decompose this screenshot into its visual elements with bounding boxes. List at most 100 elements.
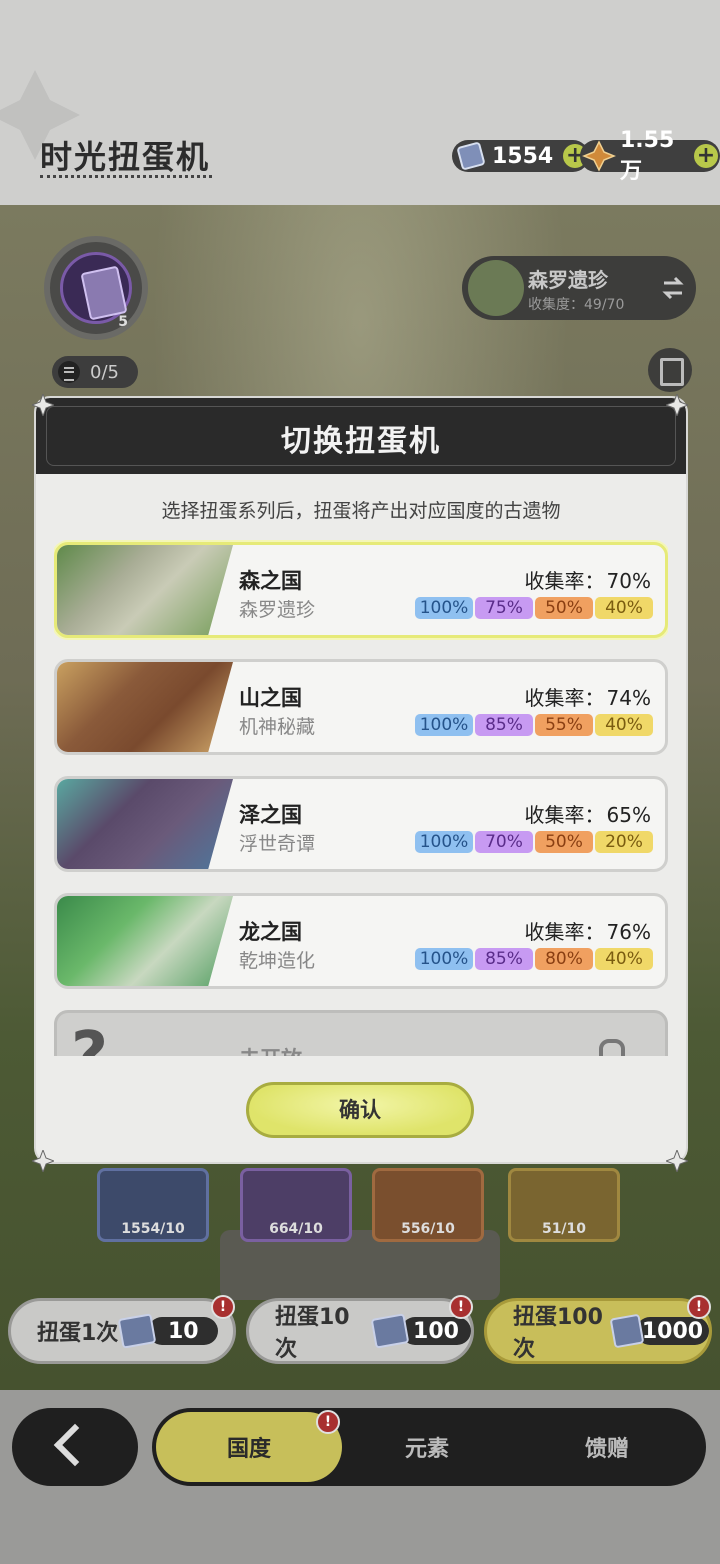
question-mark-icon: ? [71,1019,115,1056]
gem-amount: 1.55万 [620,127,675,184]
switch-machine-modal: 切换扭蛋机 选择扭蛋系列后，扭蛋将产出对应国度的古遗物 森之国 森罗遗珍 收集率… [36,398,686,1162]
corner-ornament-icon [666,1150,688,1172]
tab-alert-badge: ! [316,1410,340,1434]
title-underline [40,175,212,178]
tier-rates: 100% 70% 50% 20% [415,831,653,853]
tab-bar: 国度 元素 馈赠 [152,1408,706,1486]
tier-blue: 100% [415,714,473,736]
ticket-icon [457,142,485,170]
series-item-forest[interactable]: 森之国 森罗遗珍 收集率： 70% 100% 75% 50% 40% [54,542,668,638]
ticket-icon [117,1313,157,1349]
tier-orange: 50% [535,597,593,619]
list-icon [58,361,80,383]
tier-yellow: 20% [595,831,653,853]
ticket-icon [609,1313,645,1349]
ticket-currency[interactable]: 1554 + [452,140,590,172]
tab-country[interactable]: 国度 [156,1412,342,1482]
current-series-chip[interactable]: 森罗遗珍 收集度：49/70 [462,256,696,320]
progress-pill[interactable]: 0/5 [52,356,138,388]
gem-currency[interactable]: 1.55万 + [580,128,720,184]
tier-yellow: 40% [595,714,653,736]
tier-purple: 70% [475,831,533,853]
relic-medal[interactable]: 5 [44,236,148,340]
country-name: 龙之国 [239,920,302,944]
corner-ornament-icon [666,394,688,416]
series-name: 浮世奇谭 [239,833,316,855]
tier-orange: 55% [535,714,593,736]
collection-rate: 收集率： 65% [525,799,651,828]
modal-title: 切换扭蛋机 [281,424,441,459]
confirm-button[interactable]: 确认 [246,1082,474,1138]
tier-blue: 100% [415,948,473,970]
back-button[interactable] [12,1408,138,1486]
tier-blue: 100% [415,831,473,853]
draw-label: 扭蛋100次 [513,1305,603,1362]
prize-count: 1554/10 [121,1221,185,1237]
draw-cost: 100 [401,1317,471,1345]
corner-ornament-icon [32,394,54,416]
rate-label: 收集率： [524,803,605,827]
draw-cost: 10 [148,1317,219,1345]
series-name: 乾坤造化 [239,950,316,972]
rate-value: 74% [606,686,651,710]
medal-count: 5 [118,314,128,330]
rate-value: 76% [606,920,651,944]
prize-slot-blue: 1554/10 [97,1168,209,1242]
draw-label: 扭蛋10次 [275,1305,350,1362]
tier-orange: 80% [535,948,593,970]
tab-element[interactable]: 元素 [352,1408,502,1486]
relic-card-icon [80,265,128,321]
top-header: 时光扭蛋机 1554 + 1.55万 + [0,0,720,205]
forest-art-image [57,545,233,635]
dragon-art-image [57,896,233,986]
tier-purple: 85% [475,714,533,736]
series-collection: 收集度：49/70 [528,297,625,313]
tier-yellow: 40% [595,948,653,970]
prize-count: 556/10 [401,1221,455,1237]
draw-cost: 1000 [635,1317,709,1345]
locked-label: 未开放 [239,1043,302,1056]
tier-purple: 85% [475,948,533,970]
tier-purple: 75% [475,597,533,619]
swap-icon [662,276,684,300]
collection-rate: 收集率： 74% [525,682,651,711]
modal-subtitle: 选择扭蛋系列后，扭蛋将产出对应国度的古遗物 [161,500,561,522]
rate-label: 收集率： [524,569,605,593]
series-name: 森罗遗珍 [239,599,316,621]
series-item-mountain[interactable]: 山之国 机神秘藏 收集率： 74% 100% 85% 55% 40% [54,659,668,755]
ticket-icon [370,1313,410,1349]
series-item-locked[interactable]: ? 未开放 [54,1010,668,1056]
page-title: 时光扭蛋机 [40,138,211,176]
alert-badge: ! [211,1295,235,1319]
prize-slot-purple: 664/10 [240,1168,352,1242]
book-icon[interactable] [648,348,692,392]
prize-count: 51/10 [541,1221,587,1237]
star-gem-icon [582,140,616,172]
series-item-marsh[interactable]: 泽之国 浮世奇谭 收集率： 65% 100% 70% 50% 20% [54,776,668,872]
rate-value: 70% [606,569,651,593]
tier-rates: 100% 85% 80% 40% [415,948,653,970]
collection-rate: 收集率： 70% [525,565,651,594]
rate-value: 65% [606,803,651,827]
progress-value: 0/5 [90,361,119,383]
series-name: 森罗遗珍 [528,268,608,292]
draw-hundred-button[interactable]: 扭蛋100次 1000 ! [484,1295,712,1364]
tab-gift[interactable]: 馈赠 [532,1408,682,1486]
draw-once-button[interactable]: 扭蛋1次 10 ! [8,1295,236,1364]
tier-orange: 50% [535,831,593,853]
series-item-dragon[interactable]: 龙之国 乾坤造化 收集率： 76% 100% 85% 80% 40% [54,893,668,989]
chevron-left-icon [53,1423,97,1467]
mountain-art-image [57,662,233,752]
prize-slot-orange: 556/10 [372,1168,484,1242]
rate-label: 收集率： [524,686,605,710]
country-name: 山之国 [239,686,302,710]
tier-rates: 100% 75% 50% 40% [415,597,653,619]
prize-count: 664/10 [269,1221,323,1237]
marsh-art-image [57,779,233,869]
country-name: 森之国 [239,569,302,593]
add-gems-button[interactable]: + [694,144,718,168]
collection-rate: 收集率： 76% [525,916,651,945]
draw-ten-button[interactable]: 扭蛋10次 100 ! [246,1295,474,1364]
rate-label: 收集率： [524,920,605,944]
series-list[interactable]: 森之国 森罗遗珍 收集率： 70% 100% 75% 50% 40% 山之国 机神… [54,538,668,1056]
